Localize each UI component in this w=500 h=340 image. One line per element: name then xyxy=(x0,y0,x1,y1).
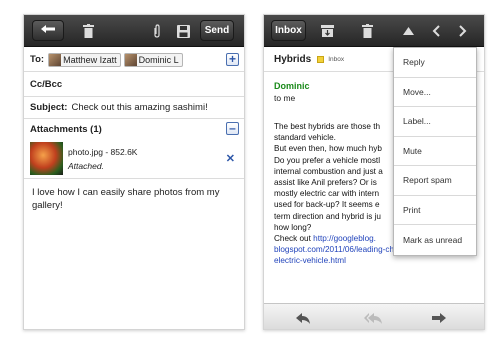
blog-link[interactable]: http://googleblog. xyxy=(313,234,376,243)
menu-item-mute[interactable]: Mute xyxy=(394,137,476,166)
subject-row: Subject: Check out this amazing sashimi! xyxy=(24,97,244,119)
minus-icon: – xyxy=(229,121,236,135)
label-tag: Inbox xyxy=(328,56,345,63)
inbox-button[interactable]: Inbox xyxy=(271,20,306,41)
recipient-name: Matthew Izatt xyxy=(63,54,117,65)
reply-icon[interactable] xyxy=(296,311,310,329)
attachment-thumbnail[interactable] xyxy=(30,142,63,175)
menu-up-arrow-icon[interactable] xyxy=(401,21,415,41)
next-message-icon[interactable] xyxy=(456,21,470,41)
body-line: The best hybrids are those th xyxy=(274,122,381,131)
body-line: assist like Anil prefers? Or is xyxy=(274,178,377,188)
blog-link[interactable]: blogspot.com/2011/06/leading-charge-towa… xyxy=(274,244,440,255)
archive-icon[interactable] xyxy=(319,21,335,41)
message-toolbar: Inbox xyxy=(264,15,484,47)
attachment-name: photo.jpg - 852.6K xyxy=(68,146,138,157)
body-link-line: Check out http://googleblog. xyxy=(274,233,394,244)
recipient-chip[interactable]: Dominic L xyxy=(123,52,183,67)
body-text: Check out xyxy=(274,234,314,244)
menu-item-print[interactable]: Print xyxy=(394,196,476,225)
subject-field[interactable]: Check out this amazing sashimi! xyxy=(71,102,207,113)
label-tag-icon xyxy=(317,56,325,63)
subject-label: Subject: xyxy=(30,102,68,113)
message-bottom-bar xyxy=(264,303,484,329)
message-actions-menu: Reply Move... Label... Mute Report spam … xyxy=(393,47,477,256)
attachment-item: photo.jpg - 852.6K Attached. ✕ xyxy=(24,139,244,179)
avatar xyxy=(49,53,62,66)
menu-item-move[interactable]: Move... xyxy=(394,78,476,107)
message-subject: Hybrids xyxy=(274,54,312,65)
body-line: used for back-up? It seems e xyxy=(274,200,380,210)
back-button[interactable] xyxy=(32,20,64,41)
add-recipient-button[interactable]: + xyxy=(226,53,239,66)
save-draft-icon[interactable] xyxy=(175,21,191,41)
back-arrow-icon xyxy=(40,24,56,37)
attachments-header: Attachments (1) – xyxy=(24,119,244,139)
body-line: mostly electric car with intern xyxy=(274,189,380,199)
paperclip-icon[interactable] xyxy=(150,21,164,41)
body-line: how long? xyxy=(274,222,312,232)
previous-message-icon[interactable] xyxy=(429,21,443,41)
to-label: To: xyxy=(30,54,45,65)
ccbcc-row[interactable]: Cc/Bcc xyxy=(24,72,244,97)
trash-icon[interactable] xyxy=(80,21,96,41)
message-body-field[interactable]: I love how I can easily share photos fro… xyxy=(32,186,238,212)
avatar xyxy=(124,53,137,66)
trash-icon[interactable] xyxy=(360,21,374,41)
menu-item-mark-unread[interactable]: Mark as unread xyxy=(394,225,476,255)
menu-item-label[interactable]: Label... xyxy=(394,107,476,137)
message-body: The best hybrids are those th standard v… xyxy=(274,121,440,267)
compose-toolbar: Send xyxy=(24,15,244,47)
recipient-name: Dominic L xyxy=(138,54,179,65)
body-line: But even then, how much hyb xyxy=(274,144,382,154)
attachment-status: Attached. xyxy=(68,160,104,171)
send-button[interactable]: Send xyxy=(200,20,234,41)
attachments-label: Attachments (1) xyxy=(30,123,102,135)
recipient-line: to me xyxy=(274,93,296,103)
compose-screen: Send To: Matthew Izatt Dominic L + Cc/Bc… xyxy=(23,14,245,330)
to-row: To: Matthew Izatt Dominic L + xyxy=(24,48,244,72)
menu-item-reply[interactable]: Reply xyxy=(394,48,476,78)
message-screen: Inbox Hybrids Inbox Dominic to me The be… xyxy=(263,14,485,330)
plus-icon: + xyxy=(228,52,236,66)
body-line: Do you prefer a vehicle mostl xyxy=(274,155,381,165)
reply-all-icon[interactable] xyxy=(364,311,382,329)
ccbcc-label: Cc/Bcc xyxy=(30,78,63,90)
forward-icon[interactable] xyxy=(432,311,446,329)
body-line: standard vehicle. xyxy=(274,133,336,143)
recipient-chip[interactable]: Matthew Izatt xyxy=(48,52,121,67)
collapse-attachments-button[interactable]: – xyxy=(226,122,239,135)
menu-item-report-spam[interactable]: Report spam xyxy=(394,166,476,196)
blog-link[interactable]: electric-vehicle.html xyxy=(274,255,394,266)
body-line: internal combustion and just a xyxy=(274,166,383,176)
body-line: term direction and hybrid is ju xyxy=(274,211,381,221)
sender-name[interactable]: Dominic xyxy=(274,81,310,91)
remove-attachment-icon[interactable]: ✕ xyxy=(226,152,235,165)
